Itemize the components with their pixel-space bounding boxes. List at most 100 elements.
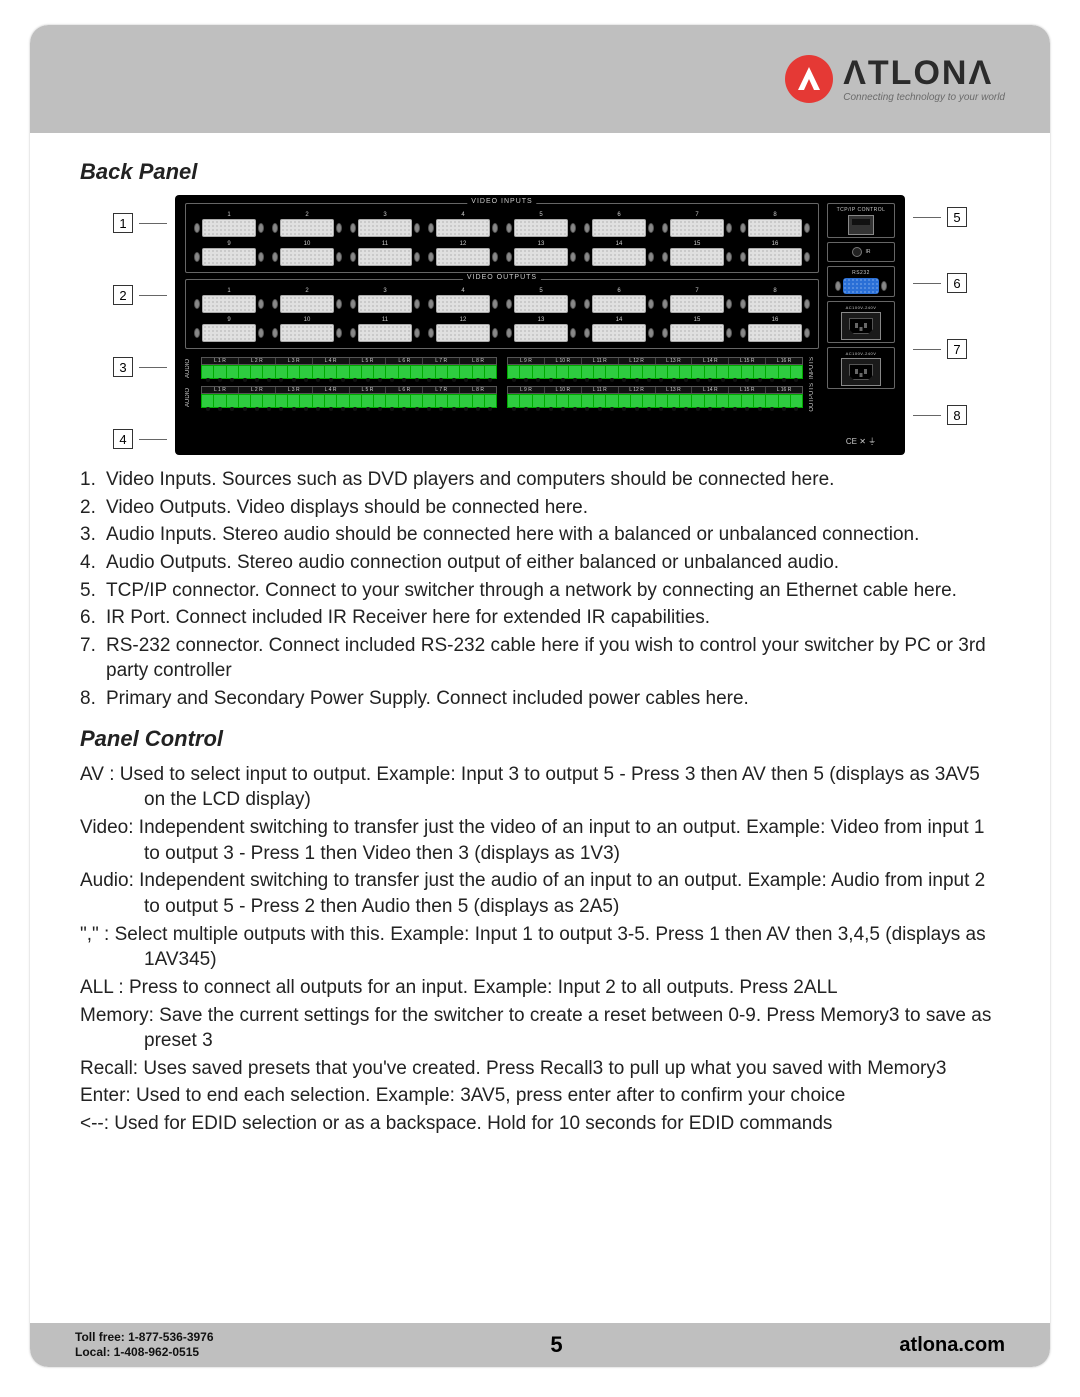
audio-terminal: [619, 395, 631, 407]
list-item-text: Primary and Secondary Power Supply. Conn…: [106, 686, 749, 712]
port-number: 12: [460, 241, 467, 247]
dvi-port: 1: [192, 288, 266, 313]
footer-local: Local: 1-408-962-0515: [75, 1345, 214, 1360]
audio-terminal: [533, 366, 545, 378]
dvi-port: 7: [660, 212, 734, 237]
audio-terminal: [508, 395, 520, 407]
panel-control-line: ALL : Press to connect all outputs for a…: [80, 975, 1000, 1001]
brand-tagline: Connecting technology to your world: [843, 92, 1005, 103]
audio-terminal: [251, 366, 263, 378]
list-item-number: 3.: [80, 522, 100, 548]
callout-box: 5: [947, 207, 967, 227]
port-number: 9: [227, 241, 230, 247]
audio-terminal: [705, 395, 717, 407]
port-number: 1: [227, 288, 230, 294]
callout-box: 6: [947, 273, 967, 293]
list-item-number: 2.: [80, 495, 100, 521]
callout-box: 8: [947, 405, 967, 425]
dvi-port: 9: [192, 241, 266, 266]
audio-terminal: [276, 395, 288, 407]
audio-terminal: [742, 395, 754, 407]
callout-2: 2: [113, 285, 167, 305]
audio-channel-label: L 7 R: [423, 387, 460, 393]
rear-panel-drawing: VIDEO INPUTS 12345678 910111213141516 VI…: [175, 195, 905, 455]
dvi-port: 6: [582, 212, 656, 237]
audio-terminal: [508, 366, 520, 378]
port-number: 2: [305, 288, 308, 294]
dvi-port: 3: [348, 288, 422, 313]
port-number: 10: [304, 241, 311, 247]
list-item-text: Audio Outputs. Stereo audio connection o…: [106, 550, 839, 576]
port-number: 9: [227, 317, 230, 323]
audio-terminals: [507, 365, 803, 379]
dvi-port: 13: [504, 241, 578, 266]
audio-labels: L 9 RL 10 RL 11 RL 12 RL 13 RL 14 RL 15 …: [507, 357, 803, 365]
audio-terminal: [214, 395, 226, 407]
panel-control-line: "," : Select multiple outputs with this.…: [80, 922, 1000, 973]
brand-logo-mark-icon: [785, 55, 833, 103]
panel-control-line: Memory: Save the current settings for th…: [80, 1003, 1000, 1054]
tcpip-label: TCP/IP CONTROL: [837, 207, 886, 213]
audio-channel-label: L 6 R: [386, 358, 423, 364]
audio-rot-label-outputs: OUTPUTS: [809, 383, 819, 412]
port-number: 4: [461, 288, 464, 294]
audio-terminal: [643, 395, 655, 407]
list-item-text: Video Inputs. Sources such as DVD player…: [106, 467, 834, 493]
panel-control-line: <--: Used for EDID selection or as a bac…: [80, 1111, 1000, 1137]
audio-terminal: [386, 366, 398, 378]
audio-channel-label: L 11 R: [582, 358, 619, 364]
video-outputs-section: VIDEO OUTPUTS 12345678 910111213141516: [185, 279, 819, 349]
audio-terminal: [288, 366, 300, 378]
audio-terminals: [507, 394, 803, 408]
power-section-2: AC100V-240V: [827, 347, 895, 389]
audio-terminal: [325, 366, 337, 378]
audio-terminal: [643, 366, 655, 378]
audio-terminal: [350, 395, 362, 407]
audio-terminal: [227, 366, 239, 378]
audio-terminal: [557, 395, 569, 407]
audio-terminal: [350, 366, 362, 378]
callout-7: 7: [913, 339, 967, 359]
panel-control-line: AV : Used to select input to output. Exa…: [80, 762, 1000, 813]
power-label: AC100V-240V: [846, 305, 877, 310]
audio-terminal: [448, 395, 460, 407]
audio-terminal: [276, 366, 288, 378]
dvi-port: 4: [426, 212, 500, 237]
audio-terminal: [386, 395, 398, 407]
panel-control-line: Audio: Independent switching to transfer…: [80, 868, 1000, 919]
audio-terminal: [325, 395, 337, 407]
audio-terminal: [656, 366, 668, 378]
audio-channel-label: L 10 R: [545, 358, 582, 364]
port-number: 7: [695, 288, 698, 294]
list-item-text: Audio Inputs. Stereo audio should be con…: [106, 522, 919, 548]
dvi-port: 7: [660, 288, 734, 313]
power-label-2: AC100V-240V: [846, 351, 877, 356]
list-item: 5.TCP/IP connector. Connect to your swit…: [80, 578, 1000, 604]
audio-terminal: [606, 366, 618, 378]
port-number: 6: [617, 288, 620, 294]
audio-terminal: [460, 395, 472, 407]
audio-channel-label: L 11 R: [582, 387, 619, 393]
audio-terminal: [754, 395, 766, 407]
port-number: 13: [538, 241, 545, 247]
list-item-text: TCP/IP connector. Connect to your switch…: [106, 578, 957, 604]
audio-terminal: [606, 395, 618, 407]
audio-channel-label: L 1 R: [202, 387, 239, 393]
dvi-port: 14: [582, 241, 656, 266]
callout-4: 4: [113, 429, 167, 449]
audio-terminal: [791, 366, 802, 378]
power-section-1: AC100V-240V: [827, 301, 895, 343]
port-number: 8: [773, 212, 776, 218]
ir-label: IR: [866, 249, 871, 255]
audio-terminal: [473, 366, 485, 378]
page-header: ΛTLONΛ Connecting technology to your wor…: [30, 25, 1050, 133]
audio-section: AUDIO L 1 RL 2 RL 3 RL 4 RL 5 RL 6 RL 7 …: [185, 357, 819, 412]
audio-channel-label: L 6 R: [386, 387, 423, 393]
brand-logo: ΛTLONΛ Connecting technology to your wor…: [785, 55, 1005, 103]
footer-phones: Toll free: 1-877-536-3976 Local: 1-408-9…: [75, 1330, 214, 1360]
audio-terminal: [485, 366, 496, 378]
audio-channel-label: L 9 R: [508, 387, 545, 393]
list-item-number: 7.: [80, 633, 100, 684]
audio-terminal: [337, 366, 349, 378]
audio-terminal: [680, 366, 692, 378]
